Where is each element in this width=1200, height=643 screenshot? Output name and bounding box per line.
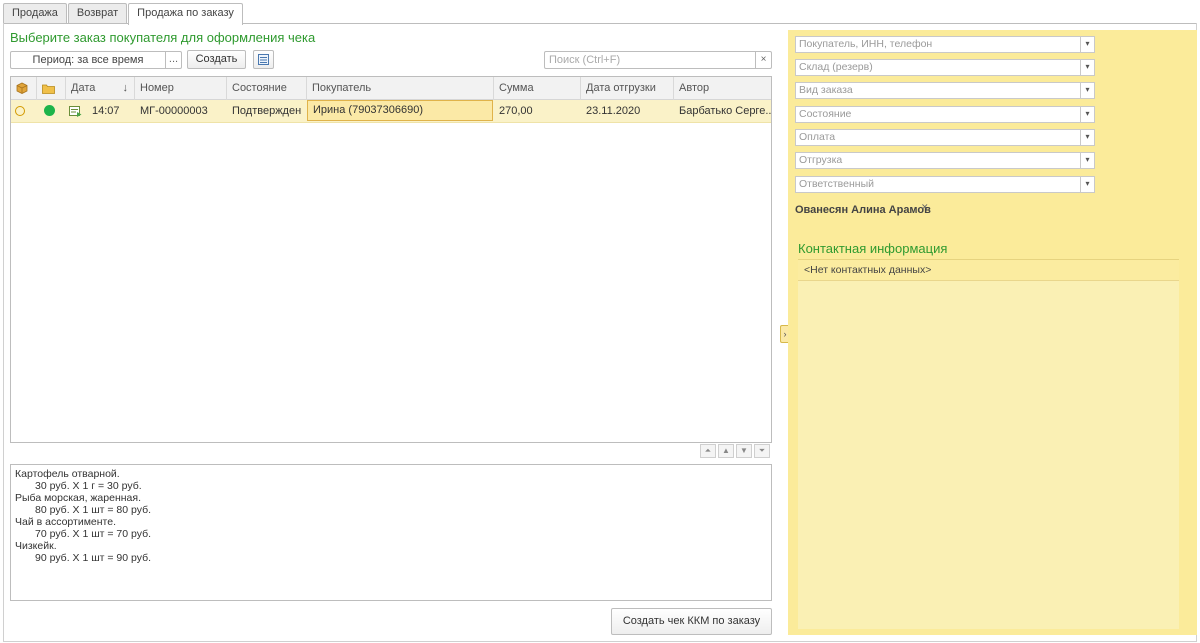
item-name: Рыба морская, жаренная. — [15, 492, 141, 504]
chevron-down-icon[interactable]: ▾ — [1080, 37, 1094, 52]
chevron-down-icon[interactable]: ▾ — [1080, 130, 1094, 145]
scroll-up-button[interactable]: ▲ — [718, 444, 734, 458]
item-calc: 80 руб. X 1 шт = 80 руб. — [35, 504, 152, 516]
contact-info-box: <Нет контактных данных> — [798, 259, 1179, 629]
period-choose-button[interactable]: ... — [165, 52, 181, 68]
column-header-status[interactable] — [37, 77, 66, 100]
search-clear-button[interactable]: × — [755, 52, 771, 68]
status-ok-icon — [44, 105, 55, 116]
warehouse-filter-field[interactable]: Склад (резерв) ▾ — [795, 59, 1095, 76]
item-name: Чизкейк. — [15, 540, 57, 552]
responsible-filter-input[interactable]: Ответственный — [796, 177, 1080, 192]
column-header-type[interactable] — [11, 77, 37, 100]
order-type-filter-field[interactable]: Вид заказа ▾ — [795, 82, 1095, 99]
column-header-date-label: Дата — [71, 82, 96, 94]
search-field[interactable]: Поиск (Ctrl+F) × — [544, 51, 772, 69]
state-filter-input[interactable]: Состояние — [796, 107, 1080, 122]
item-name: Чай в ассортименте. — [15, 516, 117, 528]
shipment-filter-input[interactable]: Отгрузка — [796, 153, 1080, 168]
responsible-user-tag: Ованесян Алина Арамов — [795, 204, 931, 216]
buyer-filter-field[interactable]: Покупатель, ИНН, телефон ▾ — [795, 36, 1095, 53]
column-header-number[interactable]: Номер — [135, 77, 227, 100]
row-ship-date: 23.11.2020 — [586, 105, 641, 117]
chevron-down-icon[interactable]: ▾ — [1080, 107, 1094, 122]
item-name: Картофель отварной. — [15, 468, 120, 480]
buyer-filter-input[interactable]: Покупатель, ИНН, телефон — [796, 37, 1080, 52]
table-row[interactable]: 14:07 МГ-00000003 Подтвержден Ирина (790… — [11, 100, 771, 123]
list-settings-icon — [258, 54, 269, 65]
item-calc: 90 руб. X 1 шт = 90 руб. — [35, 552, 152, 564]
remove-user-icon[interactable]: ✕ — [921, 202, 929, 213]
scroll-top-button[interactable]: ⏶ — [700, 444, 716, 458]
chevron-down-icon[interactable]: ▾ — [1080, 83, 1094, 98]
contact-info-empty: <Нет контактных данных> — [798, 260, 1179, 281]
chevron-down-icon[interactable]: ▾ — [1080, 177, 1094, 192]
table-header: Дата ↓ Номер Состояние Покупатель Сумма … — [11, 77, 771, 100]
column-header-buyer[interactable]: Покупатель — [307, 77, 494, 100]
orders-table: Дата ↓ Номер Состояние Покупатель Сумма … — [10, 76, 772, 443]
row-number: МГ-00000003 — [140, 105, 208, 117]
column-header-date[interactable]: Дата ↓ — [66, 77, 135, 100]
payment-filter-input[interactable]: Оплата — [796, 130, 1080, 145]
folder-icon — [42, 84, 55, 94]
row-time: 14:07 — [92, 105, 120, 117]
search-input[interactable]: Поиск (Ctrl+F) — [545, 52, 755, 68]
order-type-filter-input[interactable]: Вид заказа — [796, 83, 1080, 98]
box-icon — [16, 82, 28, 94]
row-buyer[interactable]: Ирина (79037306690) — [307, 100, 493, 121]
column-header-author[interactable]: Автор — [674, 77, 771, 100]
shipment-filter-field[interactable]: Отгрузка ▾ — [795, 152, 1095, 169]
scroll-down-button[interactable]: ▼ — [736, 444, 752, 458]
state-filter-field[interactable]: Состояние ▾ — [795, 106, 1095, 123]
document-icon — [69, 106, 82, 117]
column-header-state[interactable]: Состояние — [227, 77, 307, 100]
contact-info-title: Контактная информация — [798, 241, 948, 256]
chevron-down-icon[interactable]: ▾ — [1080, 153, 1094, 168]
tab-return[interactable]: Возврат — [67, 3, 128, 24]
page-title: Выберите заказ покупателя для оформления… — [10, 30, 316, 45]
row-state: Подтвержден — [232, 105, 302, 117]
tab-sale[interactable]: Продажа — [3, 3, 67, 24]
item-calc: 30 руб. X 1 г = 30 руб. — [35, 480, 142, 492]
item-calc: 70 руб. X 1 шт = 70 руб. — [35, 528, 152, 540]
chevron-down-icon[interactable]: ▾ — [1080, 60, 1094, 75]
period-label: Период: за все время — [32, 54, 144, 66]
create-button[interactable]: Создать — [187, 50, 246, 69]
sort-desc-icon: ↓ — [122, 82, 129, 94]
payment-filter-field[interactable]: Оплата ▾ — [795, 129, 1095, 146]
row-author: Барбатько Серге... — [679, 105, 771, 117]
column-header-ship-date[interactable]: Дата отгрузки — [581, 77, 674, 100]
create-check-button[interactable]: Создать чек ККМ по заказу — [611, 608, 772, 635]
column-header-sum[interactable]: Сумма — [494, 77, 581, 100]
settings-button[interactable] — [253, 50, 274, 69]
scroll-bottom-button[interactable]: ⏷ — [754, 444, 770, 458]
warehouse-filter-input[interactable]: Склад (резерв) — [796, 60, 1080, 75]
row-sum: 270,00 — [499, 105, 533, 117]
filter-panel: Покупатель, ИНН, телефон ▾ Склад (резерв… — [788, 30, 1197, 635]
tab-sale-by-order[interactable]: Продажа по заказу — [128, 3, 243, 25]
order-details: Картофель отварной. 30 руб. X 1 г = 30 р… — [10, 464, 772, 601]
order-type-icon — [15, 106, 25, 116]
tab-bar: Продажа Возврат Продажа по заказу — [3, 3, 244, 25]
responsible-filter-field[interactable]: Ответственный ▾ — [795, 176, 1095, 193]
period-selector[interactable]: Период: за все время ... — [10, 51, 182, 69]
